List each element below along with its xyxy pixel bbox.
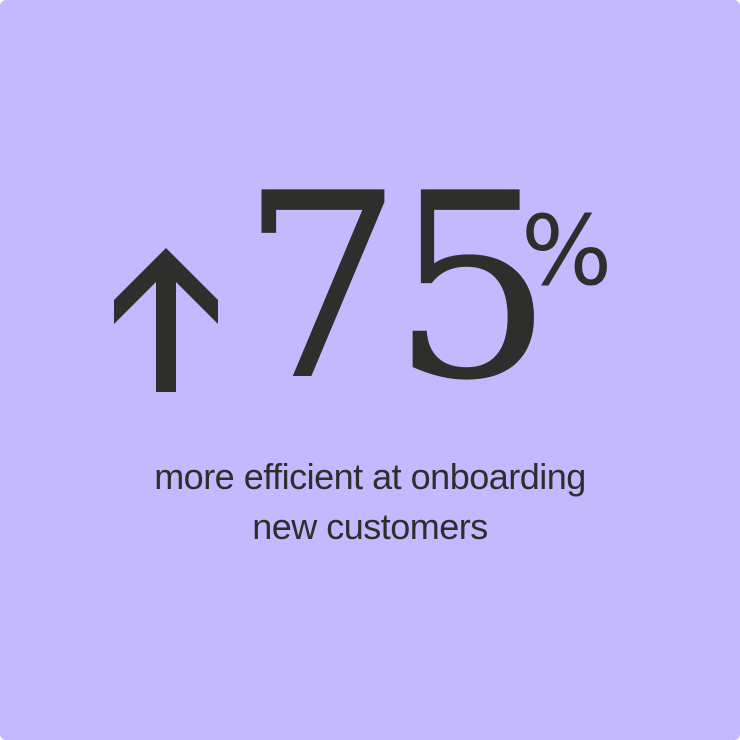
- caption-line-1: more efficient at onboarding: [154, 456, 586, 497]
- arrow-up-icon: [114, 248, 218, 392]
- stat-value: 75: [240, 139, 554, 437]
- caption-line-2: new customers: [252, 506, 488, 547]
- stat-card: 75 % more efficient at onboarding new cu…: [0, 0, 740, 740]
- stat-unit: %: [521, 195, 613, 307]
- stat-caption: more efficient at onboarding new custome…: [70, 452, 670, 552]
